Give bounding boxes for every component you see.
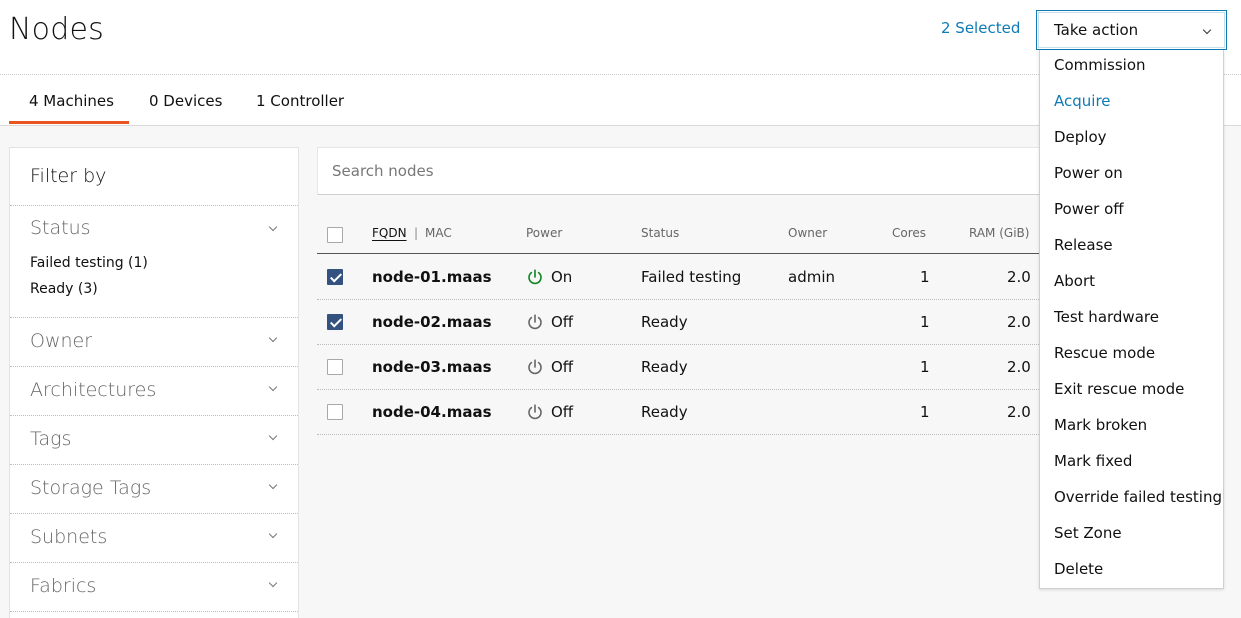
page-title: Nodes <box>9 12 104 47</box>
row-cores: 1 <box>920 268 930 286</box>
column-header-mac[interactable]: MAC <box>425 226 452 240</box>
filter-sidebar: Filter by Status Failed testing (1) Read… <box>9 147 299 618</box>
filter-group-subnets[interactable]: Subnets <box>10 514 298 562</box>
row-fqdn[interactable]: node-03.maas <box>372 358 492 376</box>
row-ram: 2.0 <box>1007 403 1031 421</box>
menu-item-commission[interactable]: Commission <box>1054 56 1146 74</box>
filter-label-fabrics: Fabrics <box>30 575 97 597</box>
menu-item-test-hardware[interactable]: Test hardware <box>1054 308 1159 326</box>
chevron-down-icon <box>268 222 278 232</box>
filter-label-storage-tags: Storage Tags <box>30 477 152 499</box>
filter-option-ready[interactable]: Ready (3) <box>30 281 98 297</box>
column-header-status[interactable]: Status <box>641 226 679 240</box>
menu-item-delete[interactable]: Delete <box>1054 560 1103 578</box>
chevron-down-icon <box>268 578 278 588</box>
row-status: Ready <box>641 313 688 331</box>
menu-item-power-off[interactable]: Power off <box>1054 200 1124 218</box>
menu-item-release[interactable]: Release <box>1054 236 1113 254</box>
tab-controllers[interactable]: 1 Controller <box>256 92 344 110</box>
active-tab-indicator <box>9 121 129 124</box>
filter-title: Filter by <box>30 165 107 187</box>
menu-item-set-zone[interactable]: Set Zone <box>1054 524 1122 542</box>
filter-label-status: Status <box>30 217 91 239</box>
power-on-icon <box>528 269 542 285</box>
column-header-owner[interactable]: Owner <box>788 226 827 240</box>
nodes-table: FQDN | MAC Power Status Owner Cores RAM … <box>317 212 1047 435</box>
take-action-button[interactable]: Take action <box>1036 10 1227 50</box>
row-ram: 2.0 <box>1007 268 1031 286</box>
column-header-fqdn[interactable]: FQDN <box>372 226 407 240</box>
column-header-power[interactable]: Power <box>526 226 562 240</box>
menu-item-rescue-mode[interactable]: Rescue mode <box>1054 344 1155 362</box>
row-checkbox[interactable] <box>327 359 343 375</box>
power-off-icon <box>528 314 542 330</box>
take-action-label: Take action <box>1054 21 1139 39</box>
filter-label-tags: Tags <box>30 428 72 450</box>
column-header-separator: | <box>414 226 419 240</box>
row-fqdn[interactable]: node-02.maas <box>372 313 492 331</box>
filter-label-subnets: Subnets <box>30 526 108 548</box>
column-header-ram[interactable]: RAM (GiB) <box>969 226 1029 240</box>
filter-group-status[interactable]: Status Failed testing (1) Ready (3) <box>10 206 298 318</box>
row-fqdn[interactable]: node-01.maas <box>372 268 492 286</box>
table-row[interactable]: node-04.maas Off Ready 1 2.0 <box>317 390 1047 435</box>
filter-group-architectures[interactable]: Architectures <box>10 367 298 415</box>
filter-label-architectures: Architectures <box>30 379 157 401</box>
tab-devices[interactable]: 0 Devices <box>149 92 222 110</box>
table-row[interactable]: node-02.maas Off Ready 1 2.0 <box>317 300 1047 345</box>
filter-option-failed-testing[interactable]: Failed testing (1) <box>30 255 148 271</box>
table-header: FQDN | MAC Power Status Owner Cores RAM … <box>317 212 1047 254</box>
row-power-state: Off <box>551 403 574 421</box>
menu-item-acquire[interactable]: Acquire <box>1054 92 1111 110</box>
chevron-down-icon <box>268 480 278 490</box>
row-status: Ready <box>641 358 688 376</box>
row-power-state: On <box>551 268 573 286</box>
search-input[interactable] <box>318 148 1046 194</box>
row-cores: 1 <box>920 313 930 331</box>
menu-item-abort[interactable]: Abort <box>1054 272 1095 290</box>
power-off-icon <box>528 404 542 420</box>
menu-item-exit-rescue-mode[interactable]: Exit rescue mode <box>1054 380 1184 398</box>
select-all-checkbox[interactable] <box>327 227 343 243</box>
filter-group-fabrics[interactable]: Fabrics <box>10 563 298 611</box>
row-cores: 1 <box>920 403 930 421</box>
table-row[interactable]: node-01.maas On Failed testing admin 1 2… <box>317 255 1047 300</box>
tab-machines[interactable]: 4 Machines <box>29 92 114 110</box>
row-status: Failed testing <box>641 268 742 286</box>
take-action-menu: Commission Acquire Deploy Power on Power… <box>1039 50 1224 589</box>
chevron-down-icon <box>268 529 278 539</box>
row-cores: 1 <box>920 358 930 376</box>
row-ram: 2.0 <box>1007 313 1031 331</box>
search-box <box>317 147 1047 195</box>
table-row[interactable]: node-03.maas Off Ready 1 2.0 <box>317 345 1047 390</box>
filter-label-owner: Owner <box>30 330 93 352</box>
filter-group-owner[interactable]: Owner <box>10 318 298 366</box>
row-ram: 2.0 <box>1007 358 1031 376</box>
menu-item-override-failed-testing[interactable]: Override failed testing <box>1054 488 1222 506</box>
menu-item-mark-broken[interactable]: Mark broken <box>1054 416 1147 434</box>
filter-group-tags[interactable]: Tags <box>10 416 298 464</box>
row-checkbox[interactable] <box>327 404 343 420</box>
filter-group-storage-tags[interactable]: Storage Tags <box>10 465 298 513</box>
row-power-state: Off <box>551 313 574 331</box>
menu-item-deploy[interactable]: Deploy <box>1054 128 1107 146</box>
row-status: Ready <box>641 403 688 421</box>
selected-count: 2 Selected <box>941 19 1021 37</box>
menu-item-power-on[interactable]: Power on <box>1054 164 1123 182</box>
power-off-icon <box>528 359 542 375</box>
chevron-down-icon <box>268 431 278 441</box>
chevron-down-icon <box>268 382 278 392</box>
row-power-state: Off <box>551 358 574 376</box>
menu-item-mark-fixed[interactable]: Mark fixed <box>1054 452 1132 470</box>
row-owner: admin <box>788 268 835 286</box>
row-checkbox[interactable] <box>327 269 343 285</box>
row-fqdn[interactable]: node-04.maas <box>372 403 492 421</box>
chevron-down-icon <box>268 333 278 343</box>
column-header-cores[interactable]: Cores <box>892 226 926 240</box>
filter-divider <box>10 611 298 612</box>
row-checkbox[interactable] <box>327 314 343 330</box>
chevron-down-icon <box>1202 25 1212 35</box>
